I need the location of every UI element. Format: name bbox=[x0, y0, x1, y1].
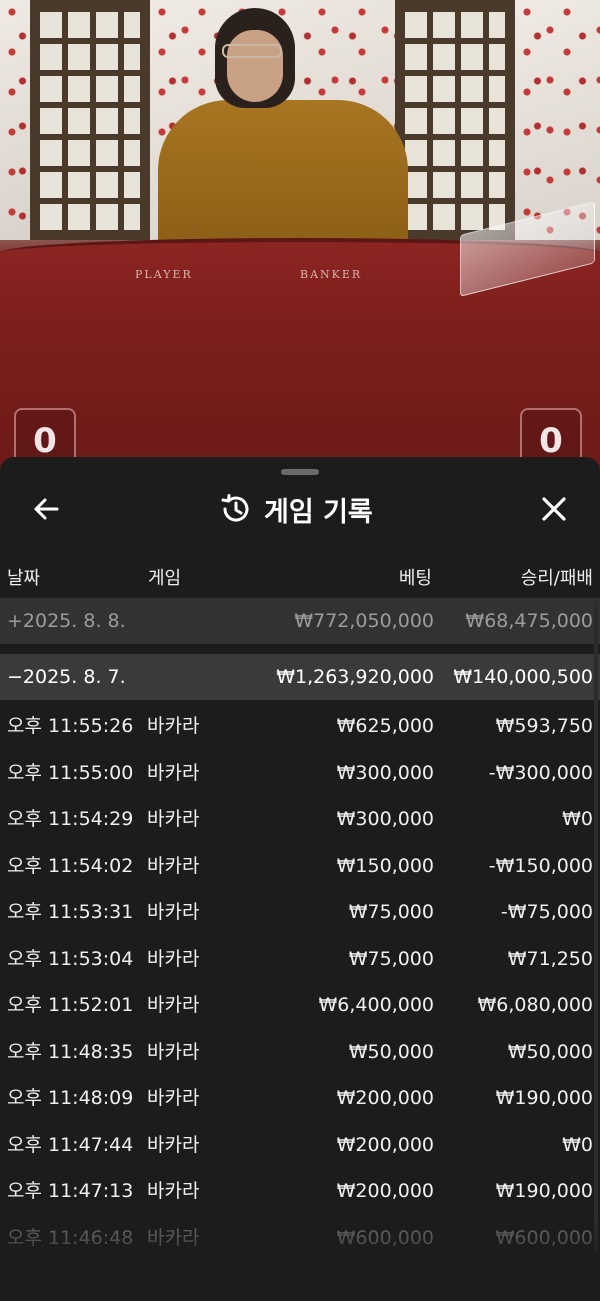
arrow-left-icon bbox=[34, 498, 59, 520]
row-game: 바카라 bbox=[147, 1087, 200, 1109]
history-row[interactable]: 오후 11:48:09 바카라 ₩200,000 ₩190,000 bbox=[0, 1075, 600, 1122]
row-game: 바카라 bbox=[147, 854, 200, 877]
row-game: 바카라 bbox=[147, 1180, 200, 1202]
day-group-date: +2025. 8. 8. bbox=[7, 610, 126, 632]
row-time: 오후 11:48:35 bbox=[7, 1040, 134, 1063]
row-time: 오후 11:53:04 bbox=[7, 947, 134, 970]
row-bet: ₩200,000 bbox=[336, 1133, 434, 1156]
column-header-game: 게임 bbox=[148, 568, 182, 589]
row-game: 바카라 bbox=[147, 761, 200, 784]
row-win-loss: ₩50,000 bbox=[507, 1040, 593, 1063]
history-row[interactable]: 오후 11:55:00 바카라 ₩300,000 -₩300,000 bbox=[0, 750, 600, 797]
row-bet: ₩75,000 bbox=[348, 901, 434, 923]
row-time: 오후 11:55:26 bbox=[7, 715, 134, 737]
row-win-loss: ₩600,000 bbox=[495, 1226, 593, 1249]
row-win-loss: ₩190,000 bbox=[495, 1087, 593, 1109]
page-title: 게임 기록 bbox=[264, 496, 373, 528]
backdrop-painting bbox=[0, 0, 32, 240]
row-time: 오후 11:47:44 bbox=[7, 1133, 134, 1156]
column-header-date: 날짜 bbox=[7, 568, 41, 589]
row-win-loss: ₩0 bbox=[562, 808, 593, 830]
table-label-banker: BANKER bbox=[300, 268, 363, 281]
row-win-loss: -₩150,000 bbox=[488, 854, 593, 877]
history-row[interactable]: 오후 11:46:48 바카라 ₩600,000 ₩600,000 bbox=[0, 1215, 600, 1262]
sheet-header: 게임 기록 bbox=[0, 481, 600, 537]
row-bet: ₩300,000 bbox=[336, 761, 434, 784]
history-row[interactable]: 오후 11:54:02 바카라 ₩150,000 -₩150,000 bbox=[0, 843, 600, 890]
row-time: 오후 11:47:13 bbox=[7, 1180, 134, 1202]
row-bet: ₩625,000 bbox=[336, 715, 434, 737]
game-history-sheet: 게임 기록 날짜 게임 베팅 승리/패배 +2025. 8. 8. ₩772,0… bbox=[0, 457, 600, 1301]
table-label-player: PLAYER bbox=[135, 268, 193, 281]
row-game: 바카라 bbox=[147, 947, 200, 970]
history-row[interactable]: 오후 11:53:04 바카라 ₩75,000 ₩71,250 bbox=[0, 936, 600, 983]
row-game: 바카라 bbox=[147, 994, 200, 1016]
row-game: 바카라 bbox=[147, 1040, 200, 1063]
row-bet: ₩50,000 bbox=[348, 1040, 434, 1063]
day-group-bet-total: ₩772,050,000 bbox=[294, 610, 434, 632]
row-win-loss: ₩0 bbox=[562, 1133, 593, 1156]
row-time: 오후 11:54:02 bbox=[7, 854, 134, 877]
dealer-glasses bbox=[222, 44, 282, 58]
day-group-row[interactable]: −2025. 8. 7. ₩1,263,920,000 ₩140,000,500 bbox=[0, 654, 600, 700]
history-row[interactable]: 오후 11:47:44 바카라 ₩200,000 ₩0 bbox=[0, 1122, 600, 1169]
history-list: 오후 11:55:26 바카라 ₩625,000 ₩593,750 오후 11:55:0… bbox=[0, 703, 600, 1261]
column-header-bet: 베팅 bbox=[398, 568, 432, 589]
scrollbar[interactable] bbox=[594, 601, 598, 1251]
row-bet: ₩200,000 bbox=[336, 1087, 434, 1109]
day-group-date: −2025. 8. 7. bbox=[7, 666, 126, 688]
row-time: 오후 11:52:01 bbox=[7, 994, 134, 1016]
live-video-stream: PLAYER BANKER 0 0 bbox=[0, 0, 600, 470]
row-win-loss: ₩190,000 bbox=[495, 1180, 593, 1202]
row-bet: ₩300,000 bbox=[336, 808, 434, 830]
row-game: 바카라 bbox=[147, 715, 200, 737]
row-time: 오후 11:53:31 bbox=[7, 901, 134, 923]
row-bet: ₩600,000 bbox=[336, 1226, 434, 1249]
row-win-loss: -₩300,000 bbox=[488, 761, 593, 784]
row-game: 바카라 bbox=[147, 1226, 200, 1249]
history-row[interactable]: 오후 11:54:29 바카라 ₩300,000 ₩0 bbox=[0, 796, 600, 843]
history-row[interactable]: 오후 11:53:31 바카라 ₩75,000 -₩75,000 bbox=[0, 889, 600, 936]
row-time: 오후 11:48:09 bbox=[7, 1087, 134, 1109]
row-time: 오후 11:54:29 bbox=[7, 808, 134, 830]
row-game: 바카라 bbox=[147, 1133, 200, 1156]
row-win-loss: ₩71,250 bbox=[507, 947, 593, 970]
dealer-figure bbox=[158, 100, 408, 255]
day-group-win-loss-total: ₩68,475,000 bbox=[465, 610, 593, 632]
row-bet: ₩75,000 bbox=[348, 947, 434, 970]
close-icon bbox=[542, 497, 566, 521]
history-icon bbox=[221, 494, 249, 522]
day-group-bet-total: ₩1,263,920,000 bbox=[276, 666, 434, 688]
row-bet: ₩6,400,000 bbox=[318, 994, 434, 1016]
row-game: 바카라 bbox=[147, 808, 200, 830]
row-win-loss: -₩75,000 bbox=[500, 901, 593, 923]
dealer-face bbox=[227, 30, 283, 102]
column-header-win-loss: 승리/패배 bbox=[520, 568, 593, 589]
close-button[interactable] bbox=[536, 491, 572, 527]
sheet-drag-handle[interactable] bbox=[281, 469, 319, 475]
row-bet: ₩150,000 bbox=[336, 854, 434, 877]
day-group-win-loss-total: ₩140,000,500 bbox=[453, 666, 593, 688]
backdrop-lattice-right bbox=[395, 0, 515, 240]
row-win-loss: ₩593,750 bbox=[495, 715, 593, 737]
day-group-row[interactable]: +2025. 8. 8. ₩772,050,000 ₩68,475,000 bbox=[0, 598, 600, 644]
row-bet: ₩200,000 bbox=[336, 1180, 434, 1202]
backdrop-lattice-left bbox=[30, 0, 150, 240]
back-button[interactable] bbox=[28, 491, 64, 527]
history-row[interactable]: 오후 11:52:01 바카라 ₩6,400,000 ₩6,080,000 bbox=[0, 982, 600, 1029]
history-row[interactable]: 오후 11:47:13 바카라 ₩200,000 ₩190,000 bbox=[0, 1168, 600, 1215]
row-time: 오후 11:46:48 bbox=[7, 1226, 134, 1249]
history-row[interactable]: 오후 11:55:26 바카라 ₩625,000 ₩593,750 bbox=[0, 703, 600, 750]
history-row[interactable]: 오후 11:48:35 바카라 ₩50,000 ₩50,000 bbox=[0, 1029, 600, 1076]
title-group: 게임 기록 bbox=[218, 489, 373, 529]
row-win-loss: ₩6,080,000 bbox=[477, 994, 593, 1016]
row-time: 오후 11:55:00 bbox=[7, 761, 134, 784]
row-game: 바카라 bbox=[147, 901, 200, 923]
